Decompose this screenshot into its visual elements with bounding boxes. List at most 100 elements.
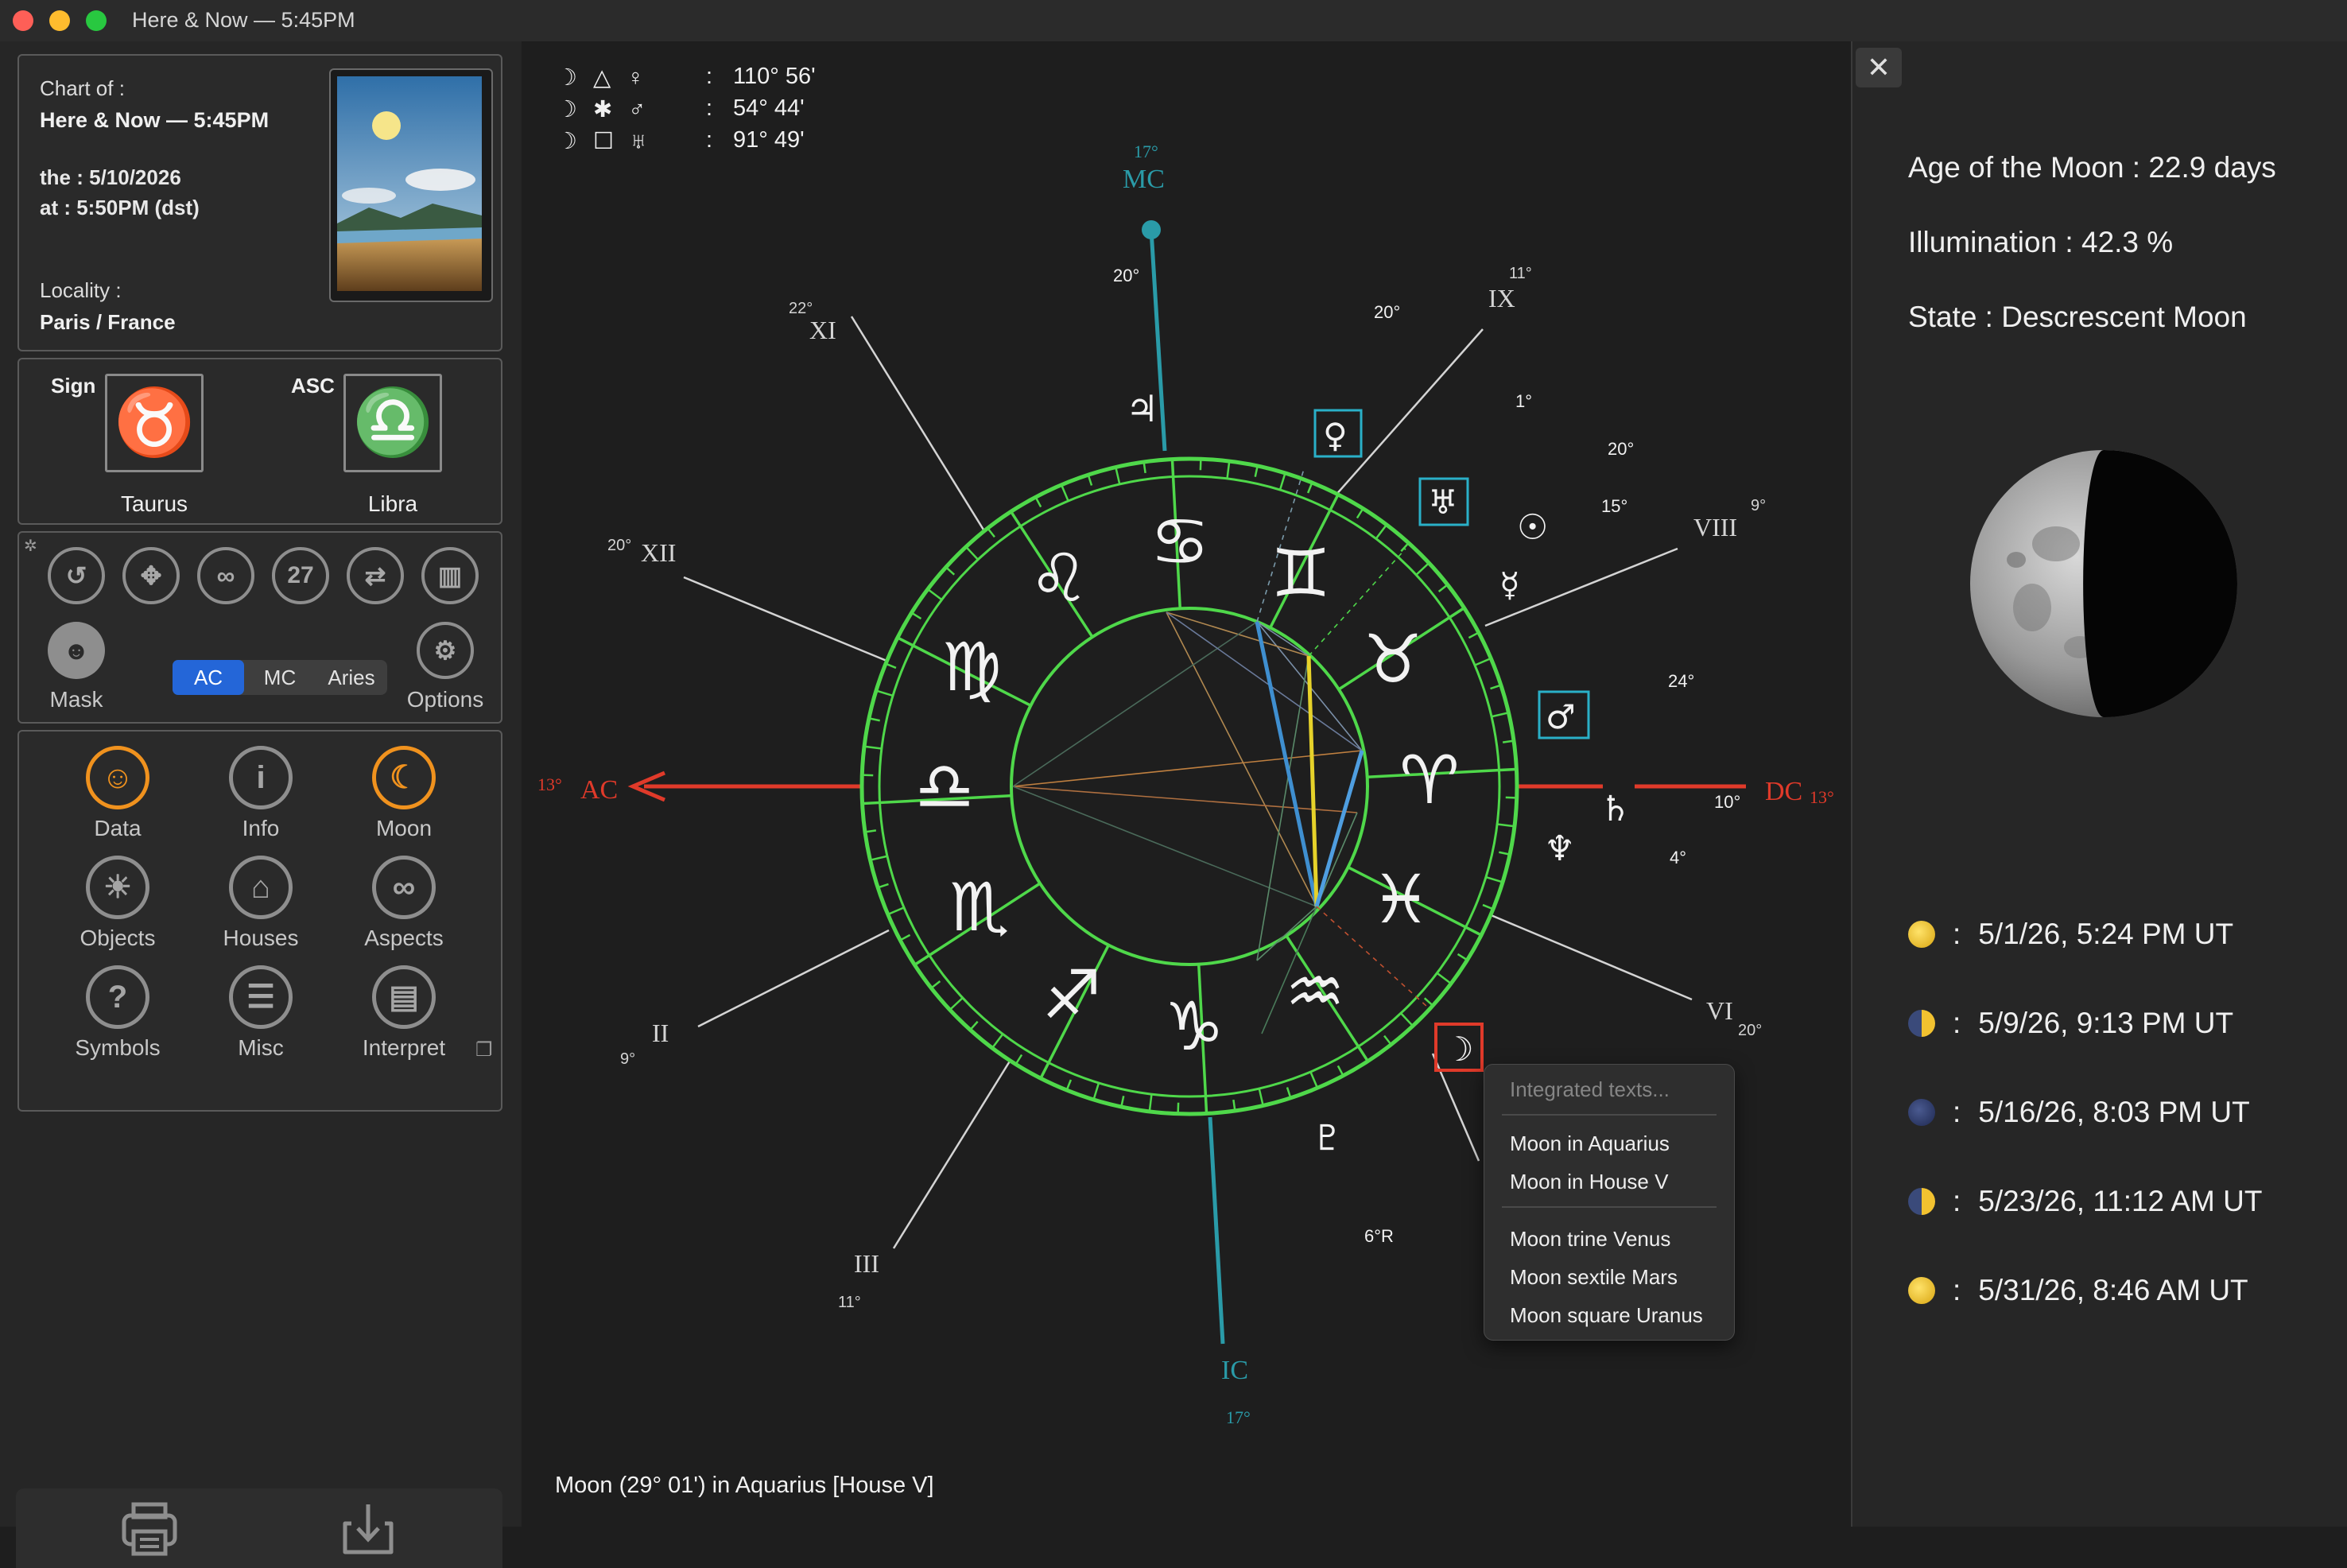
close-window-button[interactable]	[13, 10, 33, 31]
neptune-degree: 4°	[1670, 848, 1686, 867]
aspects-icon[interactable]: ∞	[372, 856, 436, 919]
close-panel-button[interactable]: ✕	[1856, 48, 1902, 87]
dc-degree: 13°	[1810, 787, 1834, 807]
phase-sep-2: :	[1953, 1007, 1961, 1040]
house-ix-degree: 11°	[1509, 265, 1532, 282]
info-icon[interactable]: i	[229, 746, 293, 809]
options-gear-icon[interactable]: ⚙	[417, 622, 474, 679]
saturn-icon[interactable]: ♄	[1600, 789, 1631, 829]
sagittarius-icon[interactable]: ♐	[1042, 956, 1101, 1034]
leo-icon[interactable]: ♌	[1029, 539, 1088, 617]
sun-icon[interactable]: ☉	[1517, 507, 1548, 548]
misc-icon[interactable]: ☰	[229, 965, 293, 1029]
mercury-icon[interactable]: ☿	[1499, 565, 1520, 604]
phase-sep-3: :	[1953, 1096, 1961, 1129]
swap-icon[interactable]: ⇄	[347, 547, 404, 604]
moon-shadow	[2083, 450, 2237, 717]
nav-data-label[interactable]: Data	[54, 816, 181, 841]
house-vi-label: VI	[1706, 996, 1733, 1025]
minimize-window-button[interactable]	[49, 10, 70, 31]
nav-objects-label[interactable]: Objects	[54, 926, 181, 951]
nav-interpret-label[interactable]: Interpret	[340, 1035, 467, 1061]
zoom-window-button[interactable]	[86, 10, 107, 31]
data-icon[interactable]: ☺	[86, 746, 149, 809]
calendar-27-icon[interactable]: 27	[272, 547, 329, 604]
nav-panel: ☺ Data i Info ☾ Moon ☀ Objects ⌂ Houses …	[17, 730, 502, 1112]
house-xi-label: XI	[809, 316, 836, 344]
virgo-icon[interactable]: ♍	[941, 628, 1001, 706]
nav-info-label[interactable]: Info	[197, 816, 324, 841]
libra-sign-icon[interactable]: ♎	[343, 374, 442, 472]
segment-aries[interactable]: Aries	[316, 660, 387, 695]
ac-degree: 13°	[537, 774, 562, 794]
chart-thumbnail[interactable]	[329, 68, 493, 302]
libra-icon[interactable]: ♎	[914, 747, 974, 825]
houses-icon[interactable]: ⌂	[229, 856, 293, 919]
phase-row-3: : 5/16/26, 8:03 PM UT	[1908, 1093, 2250, 1132]
phase-date-4: 5/23/26, 11:12 AM UT	[1978, 1185, 2262, 1218]
menu-item-moon-in-aquarius[interactable]: Moon in Aquarius	[1510, 1131, 1670, 1156]
phase-date-1: 5/1/26, 5:24 PM UT	[1978, 918, 2233, 951]
taurus-sign-icon[interactable]: ♉	[105, 374, 204, 472]
chart-name: Here & Now — 5:45PM	[40, 108, 269, 133]
dc-label: DC	[1765, 777, 1802, 806]
interpret-icon[interactable]: ▤	[372, 965, 436, 1029]
pluto-icon[interactable]: ♇	[1312, 1118, 1343, 1159]
menu-item-moon-square-uranus[interactable]: Moon square Uranus	[1510, 1303, 1703, 1328]
chart-date: the : 5/10/2026	[40, 165, 181, 190]
mask-label: Mask	[29, 687, 124, 712]
segment-ac[interactable]: AC	[173, 660, 244, 695]
locality-value: Paris / France	[40, 310, 176, 335]
aquarius-icon[interactable]: ♒	[1285, 953, 1344, 1030]
phase-date-3: 5/16/26, 8:03 PM UT	[1978, 1096, 2249, 1129]
segment-mc[interactable]: MC	[244, 660, 316, 695]
move-icon[interactable]: ✥	[122, 547, 180, 604]
pisces-icon[interactable]: ♓	[1371, 860, 1430, 938]
phase-sep-5: :	[1953, 1274, 1961, 1307]
library-icon[interactable]: ▥	[421, 547, 479, 604]
full-moon-icon	[1908, 1277, 1935, 1304]
venus-icon[interactable]: ♀	[1323, 416, 1348, 455]
mars-icon[interactable]: ♂	[1546, 697, 1576, 736]
chart-info-panel: Chart of : Here & Now — 5:45PM the : 5/1…	[17, 54, 502, 351]
cancer-icon[interactable]: ♋	[1150, 503, 1209, 580]
menu-item-moon-sextile-mars[interactable]: Moon sextile Mars	[1510, 1265, 1678, 1290]
print-icon[interactable]	[118, 1501, 181, 1557]
reset-icon[interactable]: ↺	[48, 547, 105, 604]
mc-point	[1142, 220, 1161, 239]
ac-label: AC	[580, 775, 618, 805]
house-viii-degree: 9°	[1751, 497, 1766, 514]
pin-icon[interactable]: ✲	[24, 536, 37, 556]
menu-item-moon-in-house[interactable]: Moon in House V	[1510, 1170, 1668, 1194]
nav-houses-label[interactable]: Houses	[197, 926, 324, 951]
first-quarter-icon	[1908, 1188, 1935, 1215]
nav-aspects-label[interactable]: Aspects	[340, 926, 467, 951]
uranus-icon[interactable]: ♅	[1428, 483, 1458, 522]
capricorn-icon[interactable]: ♑	[1164, 988, 1224, 1065]
asc-label: ASC	[291, 374, 335, 398]
menu-item-moon-trine-venus[interactable]: Moon trine Venus	[1510, 1227, 1670, 1252]
mercury-degree: 15°	[1601, 496, 1627, 516]
mask-icon[interactable]: ☻	[48, 622, 105, 679]
objects-icon[interactable]: ☀	[86, 856, 149, 919]
link-icon[interactable]: ∞	[197, 547, 254, 604]
export-icon[interactable]	[340, 1501, 396, 1557]
aries-icon[interactable]: ♈	[1399, 741, 1459, 819]
neptune-icon[interactable]: ♆	[1544, 829, 1575, 869]
taurus-icon[interactable]: ♉	[1363, 620, 1422, 698]
nav-misc-label[interactable]: Misc	[197, 1035, 324, 1061]
symbols-icon[interactable]: ?	[86, 965, 149, 1029]
nav-moon-label[interactable]: Moon	[340, 816, 467, 841]
phase-row-4: : 5/23/26, 11:12 AM UT	[1908, 1182, 2262, 1221]
moon-planet-icon[interactable]: ☽	[1444, 1030, 1474, 1069]
scorpio-icon[interactable]: ♏	[949, 868, 1009, 946]
jupiter-icon[interactable]: ♃	[1126, 387, 1158, 430]
ic-line	[1210, 1117, 1223, 1344]
copy-icon[interactable]: ❐	[475, 1038, 493, 1062]
house-ii-label: II	[652, 1019, 669, 1047]
title-bar: Here & Now — 5:45PM	[0, 0, 2347, 41]
sign-panel: Sign ♉ Taurus ASC ♎ Libra	[17, 358, 502, 525]
moon-icon[interactable]: ☾	[372, 746, 436, 809]
nav-symbols-label[interactable]: Symbols	[54, 1035, 181, 1061]
mc-degree: 17°	[1134, 142, 1158, 161]
